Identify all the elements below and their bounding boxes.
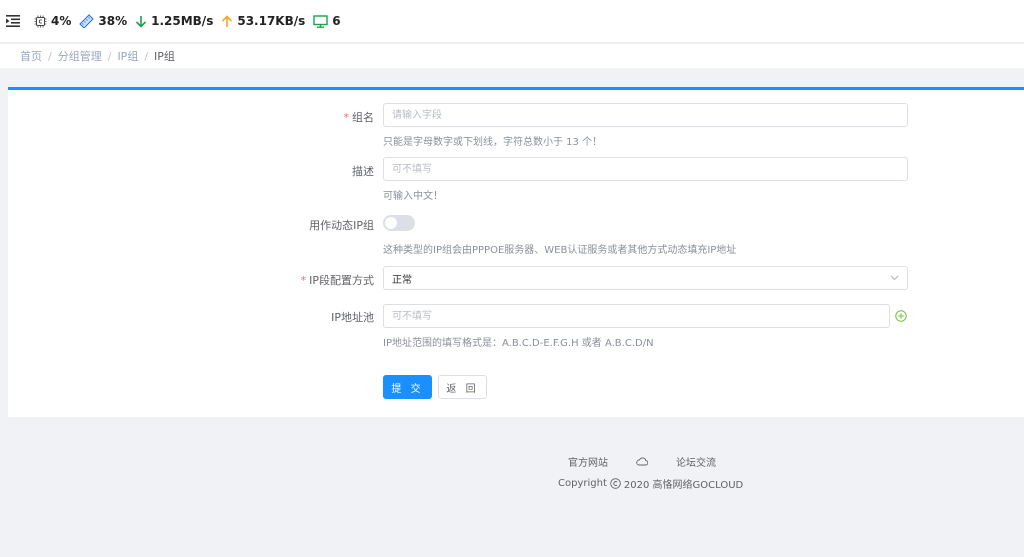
upload-stat: 53.17KB/s — [221, 14, 305, 28]
dynamic-group-hint: 这种类型的IP组会由PPPOE服务器、WEB认证服务或者其他方式动态填充IP地址 — [383, 245, 737, 256]
cpu-icon: C — [34, 15, 47, 27]
ip-pool-hint: IP地址范围的填写格式是：A.B.C.D-E.F.G.H 或者 A.B.C.D/… — [383, 338, 654, 349]
top-bar: C 4% 38% 1.25MB/s 53.17KB/s 6 — [0, 0, 1024, 43]
ip-config-mode-label: * IP段配置方式 — [300, 274, 374, 287]
copyright-text: 2020 高恪网络GOCLOUD — [623, 480, 744, 491]
breadcrumb-ip-group[interactable]: IP组 — [117, 48, 138, 64]
group-name-label: * 组名 — [343, 111, 375, 124]
breadcrumb-home[interactable]: 首页 — [20, 48, 42, 64]
required-mark: * — [300, 274, 307, 287]
submit-button[interactable]: 提 交 — [383, 375, 432, 399]
upload-value: 53.17KB/s — [237, 14, 306, 28]
chevron-down-icon — [890, 275, 899, 281]
devices-stat: 6 — [313, 14, 341, 28]
ip-config-mode-value: 正常 — [392, 274, 412, 286]
dynamic-group-label: 用作动态IP组 — [309, 219, 374, 232]
devices-value: 6 — [332, 14, 341, 28]
breadcrumb-separator: / — [144, 49, 149, 63]
group-name-hint: 只能是字母数字或下划线，字符总数小于 13 个！ — [383, 137, 603, 148]
monitor-icon — [313, 14, 328, 28]
switch-knob — [385, 217, 397, 229]
breadcrumb-separator: / — [107, 49, 112, 63]
back-button[interactable]: 返 回 — [438, 375, 487, 399]
add-circle-icon[interactable] — [895, 310, 907, 322]
ip-pool-input[interactable] — [383, 304, 890, 328]
description-hint: 可输入中文！ — [383, 191, 443, 202]
dynamic-group-switch[interactable] — [383, 215, 415, 231]
memory-icon — [79, 14, 95, 28]
footer-links: 官方网站 论坛交流 — [568, 454, 716, 469]
required-mark: * — [343, 111, 350, 124]
official-site-link[interactable]: 官方网站 — [568, 454, 608, 469]
breadcrumb: 首页 / 分组管理 / IP组 / IP组 — [0, 44, 1024, 68]
ip-config-mode-select[interactable]: 正常 — [383, 266, 908, 290]
ip-pool-label: IP地址池 — [331, 311, 374, 324]
breadcrumb-current: IP组 — [154, 50, 175, 63]
description-input[interactable] — [383, 157, 908, 181]
copyright-icon — [610, 478, 621, 489]
cpu-stat: C 4% — [34, 14, 71, 28]
copyright: Copyright 2020 高恪网络GOCLOUD — [558, 476, 743, 491]
forum-link[interactable]: 论坛交流 — [676, 454, 716, 469]
download-value: 1.25MB/s — [151, 14, 214, 28]
memory-value: 38% — [98, 14, 128, 28]
upload-arrow-icon — [222, 14, 233, 27]
svg-text:C: C — [39, 19, 43, 25]
form-card: *组名 只能是字母数字或下划线，字符总数小于 13 个！ 描述 可输入中文！ 用… — [8, 87, 1024, 417]
description-label: 描述 — [352, 165, 374, 178]
download-stat: 1.25MB/s — [135, 14, 213, 28]
cpu-value: 4% — [51, 14, 72, 28]
breadcrumb-group-management[interactable]: 分组管理 — [58, 48, 102, 64]
copyright-label: Copyright — [558, 478, 607, 489]
cloud-icon — [636, 457, 648, 466]
group-name-input[interactable] — [383, 103, 908, 127]
breadcrumb-separator: / — [48, 49, 52, 63]
menu-toggle-icon[interactable] — [6, 13, 22, 29]
memory-stat: 38% — [79, 14, 127, 28]
download-arrow-icon — [136, 15, 147, 28]
